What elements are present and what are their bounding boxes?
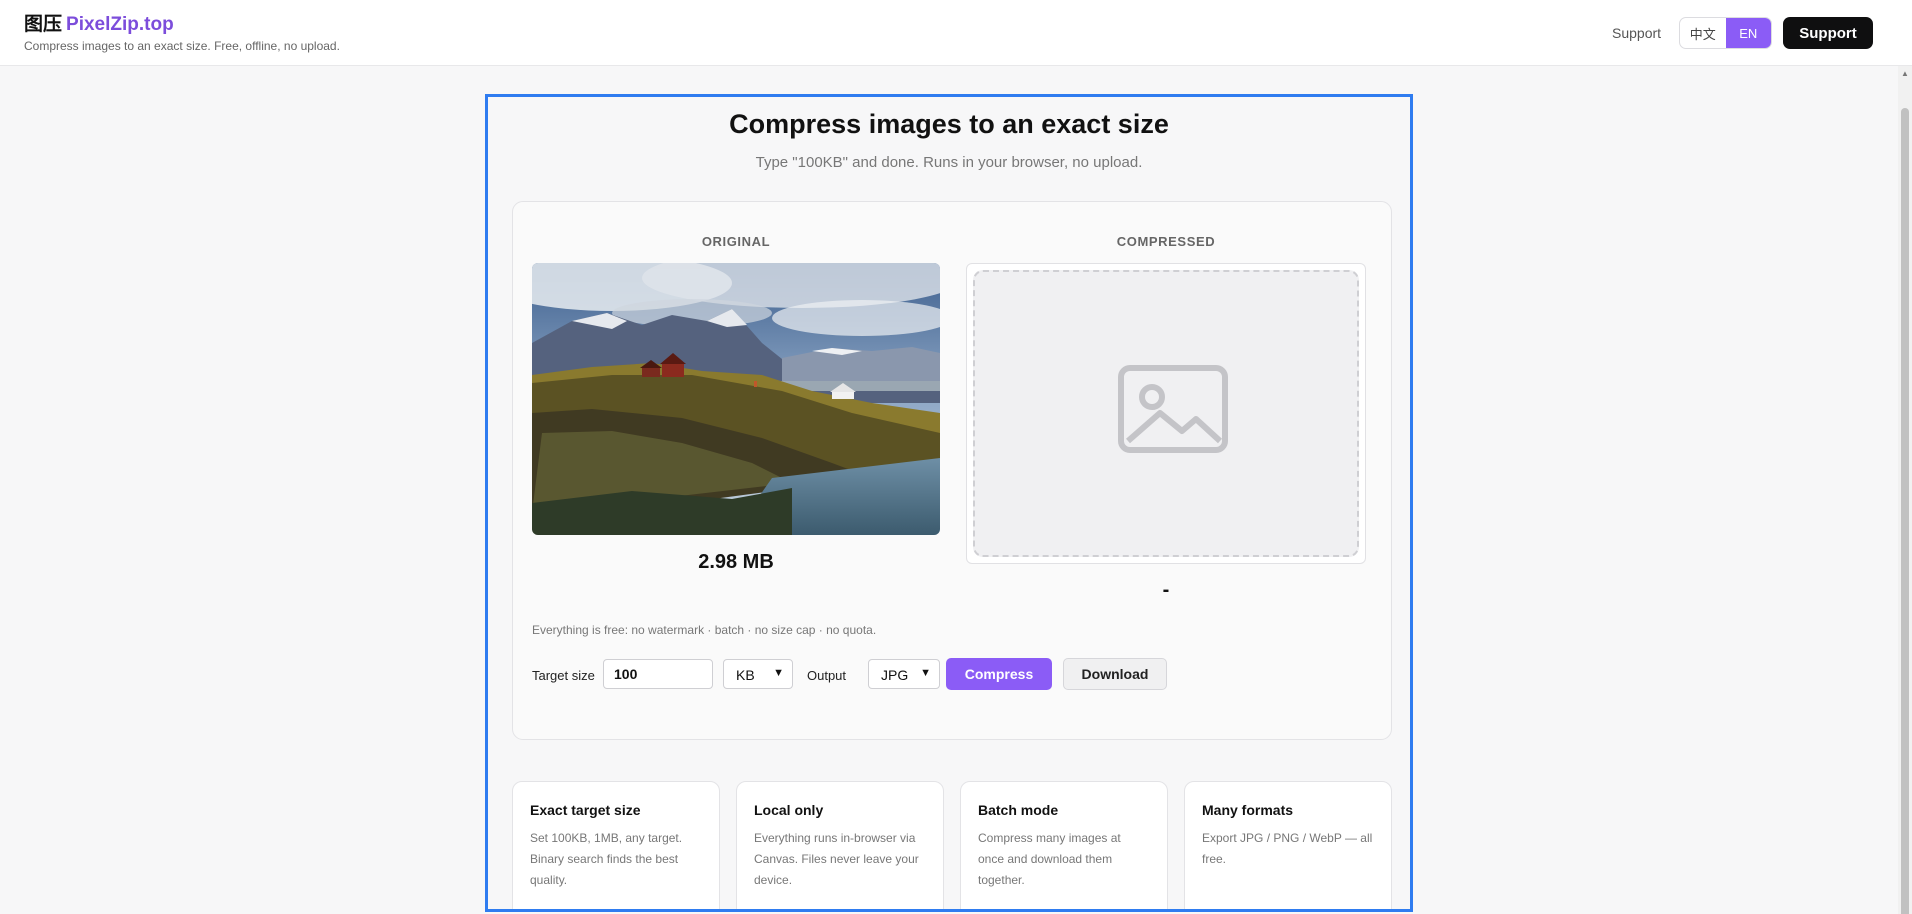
original-size: 2.98 MB	[698, 551, 774, 573]
original-label: ORIGINAL	[701, 234, 771, 249]
download-button[interactable]: Download	[1063, 658, 1167, 690]
feature-text: Set 100KB, 1MB, any target. Binary searc…	[530, 831, 683, 887]
feature-list: Exact target size Set 100KB, 1MB, any ta…	[512, 781, 1392, 909]
target-size-label: Target size	[532, 668, 595, 683]
feature-title: Local only	[754, 802, 824, 818]
original-image	[532, 263, 940, 535]
unit-select-value: KB	[736, 667, 755, 683]
output-label: Output	[807, 668, 847, 683]
brand-name-en: PixelZip.top	[66, 14, 174, 35]
compressed-dropzone	[973, 270, 1359, 557]
main-section: Compress images to an exact size Type "1…	[485, 94, 1413, 912]
compressor-card: ORIGINAL COMPRESSED 2.98 MB - Everything…	[512, 201, 1392, 740]
feature-card: Many formats Export JPG / PNG / WebP — a…	[1184, 781, 1392, 909]
compress-button[interactable]: Compress	[946, 658, 1052, 690]
page-title: Compress images to an exact size	[729, 109, 1169, 139]
compress-controls: Target size KB ▼ Output JPG ▼ Compress D…	[532, 658, 1372, 690]
feature-card: Local only Everything runs in-browser vi…	[736, 781, 944, 909]
compressed-preview	[966, 263, 1366, 564]
chevron-down-icon: ▼	[920, 667, 931, 679]
page-scrollbar[interactable]: ▲	[1898, 66, 1912, 914]
brand-name-cn: 图压	[24, 14, 63, 35]
landscape-photo	[532, 263, 940, 535]
support-link[interactable]: Support	[1612, 25, 1661, 41]
output-format-value: JPG	[881, 667, 909, 683]
support-button[interactable]: Support	[1783, 17, 1873, 49]
free-notice: Everything is free: no watermark · batch…	[532, 623, 877, 637]
page-subtitle: Type "100KB" and done. Runs in your brow…	[755, 154, 1143, 171]
brand-title: 图压 PixelZip.top	[24, 13, 340, 37]
feature-text: Everything runs in-browser via Canvas. F…	[754, 831, 919, 887]
feature-card: Batch mode Compress many images at once …	[960, 781, 1168, 909]
compressed-size: -	[1162, 579, 1170, 601]
lang-en-button[interactable]: EN	[1725, 18, 1771, 48]
feature-text: Compress many images at once and downloa…	[978, 831, 1121, 887]
feature-title: Many formats	[1202, 802, 1294, 818]
chevron-down-icon: ▼	[773, 667, 784, 679]
compressed-label: COMPRESSED	[1116, 234, 1216, 249]
top-bar: 图压 PixelZip.top Compress images to an exa…	[0, 0, 1912, 66]
target-size-input[interactable]	[603, 659, 713, 689]
feature-title: Exact target size	[530, 802, 641, 818]
scroll-up-icon[interactable]: ▲	[1901, 69, 1909, 78]
feature-title: Batch mode	[978, 802, 1059, 818]
scroll-thumb[interactable]	[1901, 108, 1909, 914]
lang-cn-button[interactable]: 中文	[1680, 18, 1726, 48]
language-switch: 中文 EN	[1679, 17, 1772, 49]
unit-select[interactable]: KB ▼	[723, 659, 793, 689]
brand-tagline: Compress images to an exact size. Free, …	[24, 39, 340, 53]
image-placeholder-icon	[1118, 365, 1228, 453]
brand[interactable]: 图压 PixelZip.top Compress images to an exa…	[24, 13, 340, 53]
feature-card: Exact target size Set 100KB, 1MB, any ta…	[512, 781, 720, 909]
feature-text: Export JPG / PNG / WebP — all free.	[1202, 831, 1373, 866]
output-format-select[interactable]: JPG ▼	[868, 659, 940, 689]
